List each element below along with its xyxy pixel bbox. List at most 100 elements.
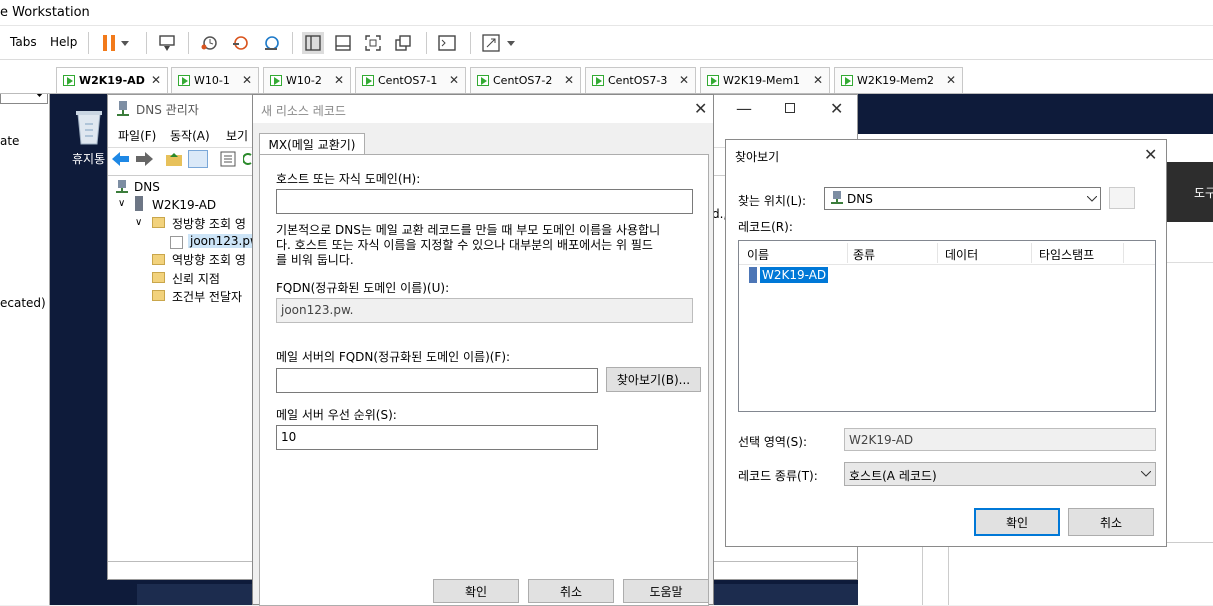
- priority-input[interactable]: 10: [276, 425, 598, 450]
- tab-centos7-2[interactable]: CentOS7-2 ✕: [470, 67, 581, 93]
- tab-centos7-3[interactable]: CentOS7-3 ✕: [585, 67, 696, 93]
- cancel-button[interactable]: 취소: [528, 579, 614, 603]
- library-item-text[interactable]: ecated): [0, 296, 46, 310]
- tab-centos7-1[interactable]: CentOS7-1 ✕: [355, 67, 466, 93]
- dns-server-icon: [116, 101, 130, 120]
- info-text: 기본적으로 DNS는 메일 교환 레코드를 만들 때 부모 도메인 이름을 사용…: [276, 223, 661, 267]
- dns-icon: [831, 191, 843, 204]
- close-icon[interactable]: ✕: [1144, 145, 1157, 164]
- pause-icon[interactable]: [98, 32, 120, 54]
- mail-server-input[interactable]: [276, 368, 598, 393]
- fqdn-field[interactable]: joon123.pw.: [276, 298, 693, 323]
- ok-button[interactable]: 확인: [433, 579, 519, 603]
- ok-button[interactable]: 확인: [974, 508, 1060, 536]
- app-title: e Workstation: [0, 5, 90, 20]
- close-icon[interactable]: ✕: [242, 73, 252, 87]
- tree-zone-joon123[interactable]: joon123.pw: [188, 234, 262, 248]
- tree-reverse-zones[interactable]: 역방향 조회 영: [172, 251, 246, 268]
- close-icon[interactable]: ✕: [679, 73, 689, 87]
- tree-dns-root[interactable]: DNS: [134, 180, 160, 194]
- chevron-down-icon[interactable]: [118, 32, 132, 54]
- recycle-bin-icon[interactable]: [72, 106, 106, 146]
- stretch-icon[interactable]: [480, 32, 502, 54]
- folder-icon: [152, 290, 165, 301]
- tab-w10-2[interactable]: W10-2 ✕: [263, 67, 351, 93]
- app-titlebar: e Workstation: [0, 0, 1213, 26]
- record-row[interactable]: W2K19-AD: [760, 267, 829, 283]
- snapshot-icon[interactable]: [198, 32, 220, 54]
- properties-icon[interactable]: [220, 151, 236, 170]
- view-thumbnail-icon[interactable]: [332, 32, 354, 54]
- record-type-dropdown[interactable]: 호스트(A 레코드): [844, 462, 1156, 486]
- host-input[interactable]: [276, 189, 693, 214]
- records-header: 이름 종류 데이터 타임스탬프: [739, 241, 1155, 265]
- close-icon[interactable]: ✕: [946, 73, 956, 87]
- library-panel: × ate ecated): [0, 60, 50, 605]
- selected-field[interactable]: W2K19-AD: [844, 428, 1156, 451]
- records-list[interactable]: 이름 종류 데이터 타임스탬프 W2K19-AD: [738, 240, 1156, 412]
- lookin-dropdown[interactable]: DNS: [824, 187, 1101, 210]
- up-level-button[interactable]: [1109, 187, 1135, 209]
- close-icon[interactable]: ✕: [564, 73, 574, 87]
- revert-snapshot-icon[interactable]: [229, 32, 251, 54]
- view-library-icon[interactable]: [302, 32, 324, 54]
- chevron-down-icon[interactable]: [504, 32, 518, 54]
- folder-icon: [152, 272, 165, 283]
- close-icon[interactable]: ✕: [449, 73, 459, 87]
- tools-menu[interactable]: 도구(T: [1194, 184, 1213, 201]
- tree-server[interactable]: W2K19-AD: [152, 198, 216, 212]
- console-view-icon[interactable]: [436, 32, 458, 54]
- close-icon[interactable]: ✕: [694, 99, 707, 118]
- tree-conditional-forwarders[interactable]: 조건부 전달자: [172, 288, 242, 305]
- back-arrow-icon[interactable]: [112, 152, 130, 169]
- help-button[interactable]: 도움말: [623, 579, 709, 603]
- menu-toolbar: Tabs Help: [0, 26, 1213, 60]
- tree-forward-zones[interactable]: 정방향 조회 영: [172, 215, 246, 232]
- dns-window-title: DNS 관리자: [136, 103, 199, 117]
- up-folder-icon[interactable]: [166, 151, 182, 170]
- close-icon[interactable]: ✕: [334, 73, 344, 87]
- browse-dialog: 찾아보기 ✕ 찾는 위치(L): DNS 레코드(R): 이름 종류 데이터 타…: [725, 139, 1167, 547]
- tab-w2k19-mem1[interactable]: W2K19-Mem1 ✕: [700, 67, 830, 93]
- unity-icon[interactable]: [392, 32, 414, 54]
- menu-action[interactable]: 동작(A): [170, 127, 210, 144]
- host-label: 호스트 또는 자식 도메인(H):: [276, 172, 421, 186]
- menu-view[interactable]: 보기: [226, 127, 248, 144]
- maximize-icon[interactable]: [785, 103, 795, 113]
- close-icon[interactable]: ✕: [813, 73, 823, 87]
- show-tree-icon[interactable]: [188, 150, 208, 168]
- chevron-down-icon: [1087, 196, 1097, 202]
- tab-w2k19-mem2[interactable]: W2K19-Mem2 ✕: [834, 67, 963, 93]
- lookin-label: 찾는 위치(L):: [738, 194, 807, 208]
- menu-file[interactable]: 파일(F): [118, 127, 156, 144]
- cancel-button[interactable]: 취소: [1068, 508, 1154, 536]
- records-label: 레코드(R):: [738, 220, 793, 234]
- minimize-icon[interactable]: —: [736, 99, 752, 118]
- send-keys-icon[interactable]: [156, 32, 178, 54]
- folder-icon: [152, 217, 165, 228]
- menu-tabs[interactable]: Tabs: [10, 35, 37, 49]
- new-resource-record-dialog: 새 리소스 레코드 ✕ MX(메일 교환기) 호스트 또는 자식 도메인(H):…: [252, 94, 714, 606]
- tab-mx[interactable]: MX(메일 교환기): [259, 133, 365, 155]
- column-header[interactable]: 종류: [853, 246, 875, 263]
- tree-trust-points[interactable]: 신뢰 지점: [172, 270, 220, 287]
- close-icon[interactable]: ✕: [151, 73, 161, 87]
- column-header[interactable]: 타임스탬프: [1039, 246, 1094, 263]
- close-icon[interactable]: ✕: [830, 99, 843, 118]
- library-item-text[interactable]: ate: [0, 134, 19, 148]
- tab-w2k19-ad[interactable]: W2K19-AD ✕: [56, 67, 168, 93]
- snapshot-manager-icon[interactable]: [260, 32, 282, 54]
- forward-arrow-icon[interactable]: [135, 152, 153, 169]
- chevron-down-icon[interactable]: ∨: [135, 217, 142, 228]
- dns-root-icon: [116, 180, 128, 197]
- chevron-down-icon[interactable]: ∨: [118, 198, 125, 209]
- selected-label: 선택 영역(S):: [738, 435, 807, 449]
- column-header[interactable]: 데이터: [945, 246, 978, 263]
- browse-button[interactable]: 찾아보기(B)...: [606, 367, 701, 392]
- tab-w10-1[interactable]: W10-1 ✕: [171, 67, 259, 93]
- zone-file-icon: [170, 236, 183, 249]
- column-header[interactable]: 이름: [747, 246, 769, 263]
- fullscreen-icon[interactable]: [362, 32, 384, 54]
- menu-help[interactable]: Help: [50, 35, 77, 49]
- chevron-down-icon: [1141, 471, 1151, 477]
